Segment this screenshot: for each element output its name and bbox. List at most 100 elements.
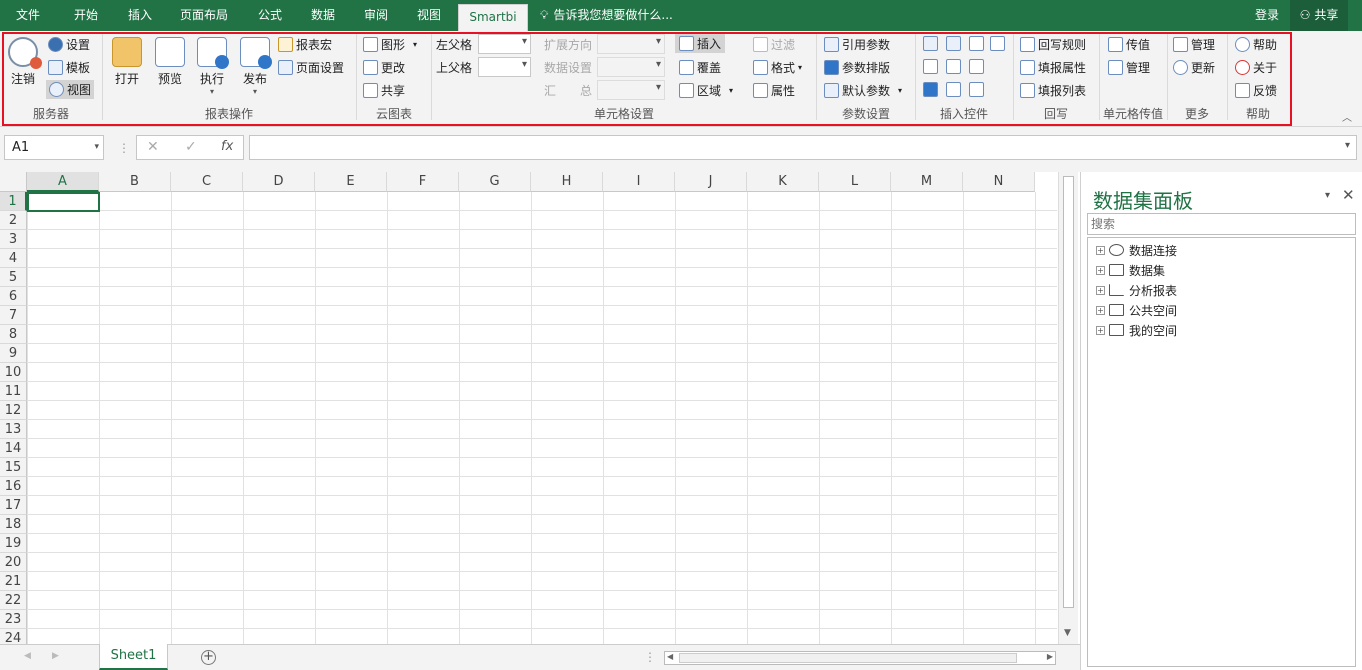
scroll-right-icon[interactable]: ▶ bbox=[1047, 652, 1053, 661]
prev-sheet-icon[interactable]: ◀ bbox=[24, 651, 31, 661]
row-header-16[interactable]: 16 bbox=[0, 477, 27, 496]
tab-smartbi[interactable]: Smartbi bbox=[458, 4, 528, 31]
next-sheet-icon[interactable]: ▶ bbox=[52, 651, 59, 661]
selected-cell-a1[interactable] bbox=[27, 192, 100, 212]
tab-file[interactable]: 文件 bbox=[4, 0, 52, 31]
row-header-8[interactable]: 8 bbox=[0, 325, 27, 344]
column-header-j[interactable]: J bbox=[675, 172, 747, 192]
add-sheet-icon[interactable]: + bbox=[201, 650, 216, 665]
hscroll-thumb[interactable] bbox=[679, 653, 1017, 663]
expand-icon[interactable]: + bbox=[1096, 285, 1105, 295]
tab-page-layout[interactable]: 页面布局 bbox=[172, 0, 236, 31]
row-header-10[interactable]: 10 bbox=[0, 363, 27, 382]
user-folder-icon bbox=[1109, 324, 1124, 336]
cancel-icon[interactable]: ✕ bbox=[147, 139, 159, 155]
share-button[interactable]: ⚇ 共享 bbox=[1290, 0, 1348, 31]
more-options-icon: ⋮ bbox=[118, 141, 130, 155]
row-header-1[interactable]: 1 bbox=[0, 192, 27, 211]
scroll-down-icon[interactable]: ▼ bbox=[1064, 628, 1071, 638]
row-header-2[interactable]: 2 bbox=[0, 211, 27, 230]
tab-insert[interactable]: 插入 bbox=[116, 0, 164, 31]
tree-item-public-space[interactable]: + 公共空间 bbox=[1096, 301, 1177, 319]
tree-item-dataset[interactable]: + 数据集 bbox=[1096, 261, 1165, 279]
column-header-l[interactable]: L bbox=[819, 172, 891, 192]
row-header-18[interactable]: 18 bbox=[0, 515, 27, 534]
spreadsheet-grid: ABCDEFGHIJKLMN 1 2 3 4 5 6 7 8 9 10 11 12 13 14 15 16 17… bbox=[0, 172, 1058, 644]
row-header-23[interactable]: 23 bbox=[0, 610, 27, 629]
ribbon-highlight-frame bbox=[2, 32, 1292, 126]
tab-data[interactable]: 数据 bbox=[299, 0, 347, 31]
tab-review[interactable]: 审阅 bbox=[352, 0, 400, 31]
row-header-3[interactable]: 3 bbox=[0, 230, 27, 249]
folder-icon bbox=[1109, 264, 1124, 276]
sheet-tab-bar: ◀ ▶ Sheet1 + ⋮ ◀ ▶ bbox=[0, 644, 1080, 670]
person-icon: ⚇ bbox=[1299, 8, 1311, 22]
insert-function-icon[interactable]: fx bbox=[221, 139, 233, 154]
name-box[interactable]: A1 ▾ bbox=[4, 135, 104, 160]
sheet-tab-sheet1[interactable]: Sheet1 bbox=[99, 644, 168, 670]
column-header-g[interactable]: G bbox=[459, 172, 531, 192]
column-header-k[interactable]: K bbox=[747, 172, 819, 192]
tell-me-search[interactable]: 💡︎ 告诉我您想要做什么... bbox=[540, 0, 690, 31]
row-header-20[interactable]: 20 bbox=[0, 553, 27, 572]
scroll-thumb[interactable] bbox=[1063, 176, 1074, 608]
confirm-icon[interactable]: ✓ bbox=[185, 139, 197, 155]
row-header-6[interactable]: 6 bbox=[0, 287, 27, 306]
cell-area[interactable] bbox=[27, 192, 1057, 644]
scroll-left-icon[interactable]: ◀ bbox=[667, 652, 673, 661]
formula-input[interactable]: ▾ bbox=[249, 135, 1357, 160]
expand-icon[interactable]: + bbox=[1096, 305, 1105, 315]
column-header-i[interactable]: I bbox=[603, 172, 675, 192]
panel-title: 数据集面板 bbox=[1093, 189, 1193, 213]
folder-icon bbox=[1109, 304, 1124, 316]
row-header-5[interactable]: 5 bbox=[0, 268, 27, 287]
chart-icon bbox=[1109, 284, 1124, 296]
row-header-9[interactable]: 9 bbox=[0, 344, 27, 363]
row-header-24[interactable]: 24 bbox=[0, 629, 27, 644]
tree-item-my-space[interactable]: + 我的空间 bbox=[1096, 321, 1177, 339]
panel-menu-icon[interactable]: ▾ bbox=[1325, 190, 1330, 201]
panel-search-input[interactable] bbox=[1087, 213, 1356, 235]
row-header-12[interactable]: 12 bbox=[0, 401, 27, 420]
horizontal-scrollbar[interactable]: ◀ ▶ bbox=[664, 651, 1056, 665]
row-header-14[interactable]: 14 bbox=[0, 439, 27, 458]
column-header-n[interactable]: N bbox=[963, 172, 1035, 192]
select-all-corner[interactable] bbox=[0, 172, 27, 192]
row-header-7[interactable]: 7 bbox=[0, 306, 27, 325]
expand-icon[interactable]: + bbox=[1096, 325, 1105, 335]
tab-home[interactable]: 开始 bbox=[62, 0, 110, 31]
expand-icon[interactable]: + bbox=[1096, 265, 1105, 275]
row-header-13[interactable]: 13 bbox=[0, 420, 27, 439]
tree-item-analysis-report[interactable]: + 分析报表 bbox=[1096, 281, 1177, 299]
row-header-4[interactable]: 4 bbox=[0, 249, 27, 268]
column-header-b[interactable]: B bbox=[99, 172, 171, 192]
column-header-d[interactable]: D bbox=[243, 172, 315, 192]
column-header-a[interactable]: A bbox=[27, 172, 99, 192]
tab-view[interactable]: 视图 bbox=[405, 0, 453, 31]
row-header-21[interactable]: 21 bbox=[0, 572, 27, 591]
column-header-f[interactable]: F bbox=[387, 172, 459, 192]
column-header-m[interactable]: M bbox=[891, 172, 963, 192]
dataset-tree: + 数据连接 + 数据集 + 分析报表 + 公共空间 + 我的空间 bbox=[1087, 237, 1356, 667]
ribbon-tab-bar: 文件 开始 插入 页面布局 公式 数据 审阅 视图 Smartbi 💡︎ 告诉我… bbox=[0, 0, 1362, 31]
expand-formula-icon[interactable]: ▾ bbox=[1345, 140, 1350, 151]
tab-formulas[interactable]: 公式 bbox=[246, 0, 294, 31]
tree-item-data-connection[interactable]: + 数据连接 bbox=[1096, 241, 1177, 259]
row-header-11[interactable]: 11 bbox=[0, 382, 27, 401]
expand-icon[interactable]: + bbox=[1096, 245, 1105, 255]
column-header-e[interactable]: E bbox=[315, 172, 387, 192]
row-header-17[interactable]: 17 bbox=[0, 496, 27, 515]
row-header-15[interactable]: 15 bbox=[0, 458, 27, 477]
close-icon[interactable]: ✕ bbox=[1342, 186, 1355, 204]
row-header-19[interactable]: 19 bbox=[0, 534, 27, 553]
login-link[interactable]: 登录 bbox=[1246, 0, 1288, 31]
column-header-h[interactable]: H bbox=[531, 172, 603, 192]
database-icon bbox=[1109, 244, 1124, 256]
vertical-scrollbar[interactable]: ▼ bbox=[1058, 172, 1078, 644]
collapse-ribbon-icon[interactable]: ︿ bbox=[1342, 109, 1352, 124]
split-handle-icon[interactable]: ⋮ bbox=[644, 650, 656, 664]
row-header-22[interactable]: 22 bbox=[0, 591, 27, 610]
lightbulb-icon: 💡︎ bbox=[540, 8, 549, 22]
column-header-c[interactable]: C bbox=[171, 172, 243, 192]
formula-actions: ✕ ✓ fx bbox=[136, 135, 244, 160]
